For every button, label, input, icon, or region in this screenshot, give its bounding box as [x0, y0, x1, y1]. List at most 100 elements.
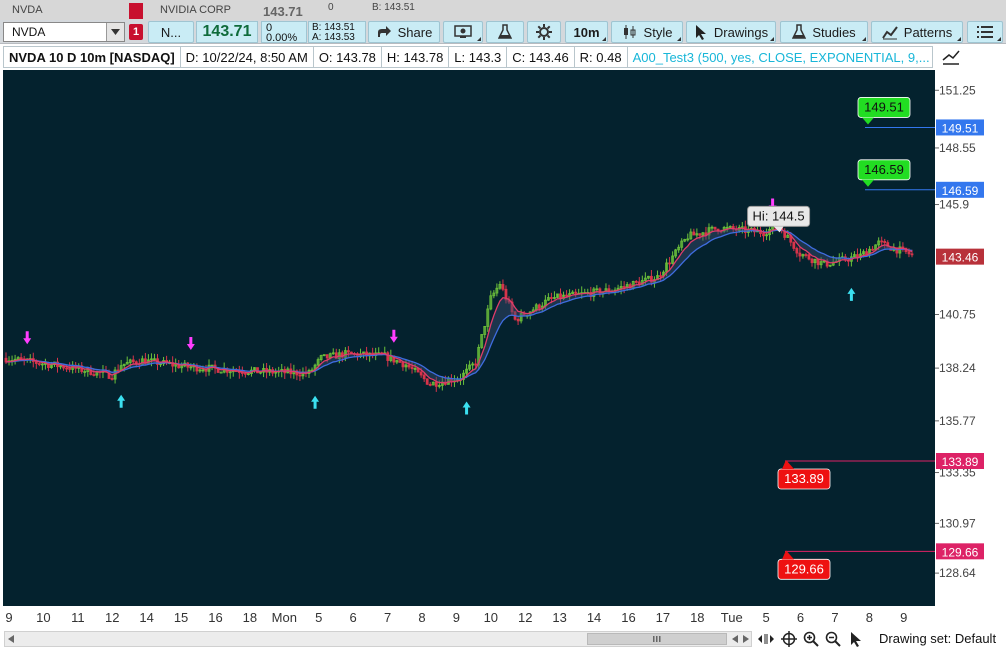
symbol-dropdown-button[interactable] [106, 23, 124, 41]
last-price-axis-tag-label: 143.46 [942, 251, 979, 265]
share-button[interactable]: Share [368, 21, 440, 43]
time-label: 16 [621, 610, 635, 625]
top-strip-size: 0 [328, 2, 334, 13]
candle-body [65, 367, 69, 370]
time-label: 9 [900, 610, 907, 625]
quote-button[interactable] [443, 21, 483, 43]
candle-body [34, 361, 38, 364]
time-label: 10 [36, 610, 50, 625]
candle-body [810, 258, 814, 264]
price-tick-label: 128.64 [939, 566, 976, 580]
time-axis[interactable]: 9 10 11 12 14 15 16 18 Mon 5 6 7 8 9 10 12 13 14 16 17 18 Tue… [0, 606, 936, 628]
price-axis-corner[interactable] [935, 44, 1006, 70]
time-label: 8 [866, 610, 873, 625]
symbol-input[interactable]: NVDA [3, 22, 125, 42]
time-label: 17 [656, 610, 670, 625]
scroll-left-icon[interactable] [8, 635, 14, 643]
bar-close: C: 143.46 [507, 47, 575, 67]
buy-signal-arrow [847, 287, 856, 301]
company-name-label: N... [160, 24, 182, 40]
zoom-out-button[interactable] [825, 631, 841, 647]
time-label: 9 [5, 610, 12, 625]
expand-time-button[interactable] [758, 631, 774, 647]
candle-body [219, 371, 223, 374]
studies-button[interactable]: Studies [780, 21, 868, 43]
link-badge[interactable]: 1 [129, 24, 143, 40]
candle-body [574, 291, 578, 294]
candle-body [816, 258, 820, 266]
timeframe-button[interactable]: 10m [565, 21, 608, 43]
time-label: 8 [418, 610, 425, 625]
drawing-set-selector[interactable]: Drawing set: Default [879, 631, 996, 646]
settings-button[interactable] [527, 21, 561, 43]
scrollbar-thumb[interactable] [587, 633, 727, 645]
crosshair-button[interactable] [781, 631, 797, 647]
time-label: 13 [552, 610, 566, 625]
zoom-out-icon [825, 631, 841, 647]
candle-body [474, 363, 478, 366]
time-label: 18 [243, 610, 257, 625]
zoom-in-button[interactable] [803, 631, 819, 647]
candle-body [428, 383, 432, 386]
time-label: 14 [587, 610, 601, 625]
pointer-button[interactable] [848, 631, 864, 647]
drawings-button[interactable]: Drawings [686, 21, 776, 43]
candle-body [92, 374, 96, 376]
time-label: 5 [315, 610, 322, 625]
flask-button[interactable] [486, 21, 524, 43]
chart-settings-icon [942, 50, 960, 65]
timeframe-label: 10m [573, 24, 600, 40]
horizontal-scrollbar[interactable] [4, 631, 752, 647]
time-label: 9 [453, 610, 460, 625]
candle-body [762, 233, 765, 237]
price-tick-label: 140.75 [939, 308, 976, 322]
bid-ask-box: B: 143.51 A: 143.53 [308, 21, 366, 43]
time-label: 7 [831, 610, 838, 625]
candle-body [401, 361, 405, 368]
price-axis-scale: 151.25148.55145.9140.75138.24135.77133.3… [935, 83, 984, 580]
candle-body [622, 286, 626, 288]
bar-open: O: 143.78 [314, 47, 382, 67]
candlestick-chart[interactable]: Hi: 144.5 149.51 146.59 133.89 129.66 [3, 70, 935, 606]
candle-body [880, 240, 884, 243]
crosshair-icon [781, 631, 797, 647]
top-strip-bid: B: 143.51 [372, 2, 415, 13]
price-axis[interactable]: 151.25 148.55 145.9 140.75 138.24 135.77 133.3… [935, 70, 1006, 606]
target-pointer [862, 117, 874, 125]
style-button[interactable]: Style [611, 21, 683, 43]
patterns-label: Patterns [903, 24, 953, 40]
list-menu-icon [977, 26, 993, 38]
stop-axis-tag-label: 129.66 [942, 545, 979, 559]
price-tick-label: 148.55 [939, 141, 976, 155]
time-axis-scale: 9 10 11 12 14 15 16 18 Mon 5 6 7 8 9 10 12 13 14 16 17 18 Tue… [5, 610, 907, 625]
candle-body [883, 240, 887, 244]
menu-button[interactable] [967, 21, 1003, 43]
price-chart[interactable]: Hi: 144.5 149.51 146.59 133.89 129.66 [3, 70, 935, 606]
time-label: 12 [105, 610, 119, 625]
candle-style-icon [623, 25, 636, 39]
time-label: 5 [763, 610, 770, 625]
chart-title: NVDA 10 D 10m [NASDAQ] [4, 47, 181, 67]
top-strip: NVDA NVIDIA CORP 143.71 0 B: 143.51 [0, 0, 1006, 20]
candle-body [565, 294, 568, 297]
sell-signal-arrow [389, 329, 398, 343]
candle-body [131, 359, 135, 363]
candle-body [325, 354, 329, 359]
flask-icon [792, 24, 807, 39]
candle-body [550, 297, 553, 299]
scroll-left-small-icon[interactable] [732, 635, 738, 643]
candle-body [713, 226, 717, 230]
sell-signal-arrow [186, 337, 195, 351]
study-label[interactable]: A00_Test3 (500, yes, CLOSE, EXPONENTIAL,… [628, 47, 932, 67]
percent-change: 0.00% [266, 32, 298, 44]
candle-body [659, 275, 662, 277]
studies-label: Studies [812, 24, 856, 40]
time-label: 16 [208, 610, 222, 625]
patterns-button[interactable]: Patterns [871, 21, 963, 43]
candle-body [347, 350, 350, 353]
chart-window: NVDA NVIDIA CORP 143.71 0 B: 143.51 NVDA… [0, 0, 1006, 651]
top-strip-price: 143.71 [263, 4, 303, 19]
scroll-right-icon[interactable] [743, 635, 749, 643]
candle-body [19, 357, 23, 360]
change-box: 0 0.00% [261, 21, 307, 44]
